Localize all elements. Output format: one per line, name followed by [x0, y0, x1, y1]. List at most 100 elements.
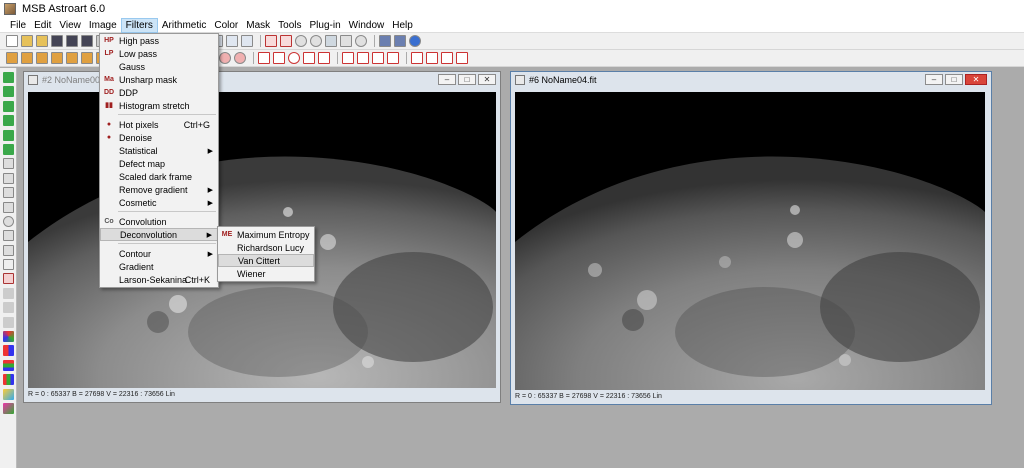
- target-icon[interactable]: [355, 35, 367, 47]
- maximize-button[interactable]: □: [945, 74, 963, 85]
- menu-item-high-pass[interactable]: HP High pass: [100, 34, 218, 47]
- mask-a-icon[interactable]: [219, 52, 231, 64]
- tool-d-icon[interactable]: [51, 52, 63, 64]
- maximize-button[interactable]: □: [458, 74, 476, 85]
- menu-item-ddp[interactable]: DD DDP: [100, 86, 218, 99]
- help-icon[interactable]: [409, 35, 421, 47]
- blank-tool-2-icon[interactable]: [2, 302, 14, 314]
- histogram-icon[interactable]: [2, 230, 14, 242]
- pointer-icon[interactable]: [2, 158, 14, 170]
- zoom-in-icon[interactable]: [295, 35, 307, 47]
- menu-item-gauss[interactable]: Gauss: [100, 60, 218, 73]
- color-palette-icon[interactable]: [2, 388, 14, 400]
- shape-k-icon[interactable]: [426, 52, 438, 64]
- green-step-1-icon[interactable]: [2, 72, 14, 83]
- menu-item-convolution[interactable]: Co Convolution: [100, 215, 218, 228]
- menu-item-denoise[interactable]: ● Denoise: [100, 131, 218, 144]
- close-button[interactable]: ✕: [965, 74, 987, 85]
- shape-b-icon[interactable]: [273, 52, 285, 64]
- menu-color[interactable]: Color: [210, 18, 242, 33]
- tool-a-icon[interactable]: [6, 52, 18, 64]
- menu-view[interactable]: View: [55, 18, 85, 33]
- curve-icon[interactable]: [2, 244, 14, 256]
- image-list-icon[interactable]: [226, 35, 238, 47]
- profile-icon[interactable]: [2, 201, 14, 213]
- mask-b-icon[interactable]: [234, 52, 246, 64]
- menu-window[interactable]: Window: [345, 18, 389, 33]
- menu-item-maximum-entropy[interactable]: ME Maximum Entropy: [218, 228, 314, 241]
- chart-icon[interactable]: [2, 187, 14, 199]
- menu-item-van-cittert[interactable]: Van Cittert: [218, 254, 314, 267]
- color-triad-icon[interactable]: [2, 331, 14, 343]
- menu-mask[interactable]: Mask: [242, 18, 274, 33]
- camera-icon[interactable]: [394, 35, 406, 47]
- green-step-2-icon[interactable]: [2, 86, 14, 98]
- shape-g-icon[interactable]: [357, 52, 369, 64]
- save-all-icon[interactable]: [81, 35, 93, 47]
- menu-item-contour[interactable]: Contour ▶: [100, 247, 218, 260]
- blank-tool-3-icon[interactable]: [2, 316, 14, 328]
- menu-item-remove-gradient[interactable]: Remove gradient ▶: [100, 183, 218, 196]
- shape-i-icon[interactable]: [387, 52, 399, 64]
- color-mix-icon[interactable]: [2, 402, 14, 414]
- shape-h-icon[interactable]: [372, 52, 384, 64]
- shape-l-icon[interactable]: [441, 52, 453, 64]
- menu-item-cosmetic[interactable]: Cosmetic ▶: [100, 196, 218, 209]
- save-as-icon[interactable]: [66, 35, 78, 47]
- save-icon[interactable]: [51, 35, 63, 47]
- menu-arithmetic[interactable]: Arithmetic: [158, 18, 210, 33]
- shape-f-icon[interactable]: [342, 52, 354, 64]
- menu-image[interactable]: Image: [85, 18, 121, 33]
- menu-edit[interactable]: Edit: [30, 18, 55, 33]
- menu-item-gradient[interactable]: Gradient: [100, 260, 218, 273]
- green-step-5-icon[interactable]: [2, 129, 14, 141]
- tool-f-icon[interactable]: [81, 52, 93, 64]
- shape-a-icon[interactable]: [258, 52, 270, 64]
- open-folder-icon[interactable]: [21, 35, 33, 47]
- new-file-icon[interactable]: [6, 35, 18, 47]
- menu-filters[interactable]: Filters: [120, 17, 158, 33]
- menu-file[interactable]: File: [6, 18, 30, 33]
- image-window-2[interactable]: #6 NoName04.fit – □ ✕ R = 0: 65337 B = …: [510, 71, 992, 405]
- menu-tools[interactable]: Tools: [274, 18, 305, 33]
- shape-j-icon[interactable]: [411, 52, 423, 64]
- menu-plug-in[interactable]: Plug-in: [306, 18, 345, 33]
- color-bars-icon[interactable]: [2, 359, 14, 371]
- menu-item-larson-sekanina[interactable]: Larson-Sekanina Ctrl+K: [100, 273, 218, 286]
- tool-c-icon[interactable]: [36, 52, 48, 64]
- green-step-4-icon[interactable]: [2, 115, 14, 127]
- minimize-button[interactable]: –: [925, 74, 943, 85]
- menu-item-histogram-stretch[interactable]: ▮▮ Histogram stretch: [100, 99, 218, 112]
- menu-item-wiener[interactable]: Wiener: [218, 267, 314, 280]
- menu-help[interactable]: Help: [388, 18, 417, 33]
- text-abc-icon[interactable]: [2, 259, 14, 271]
- menu-item-deconvolution[interactable]: Deconvolution ▶: [100, 228, 218, 241]
- green-step-6-icon[interactable]: [2, 143, 14, 155]
- menu-item-low-pass[interactable]: LP Low pass: [100, 47, 218, 60]
- zoom-out-icon[interactable]: [310, 35, 322, 47]
- pencil-icon[interactable]: [2, 172, 14, 184]
- shape-c-icon[interactable]: [288, 52, 300, 64]
- menu-item-richardson-lucy[interactable]: Richardson Lucy: [218, 241, 314, 254]
- moon-image-2[interactable]: [515, 92, 985, 390]
- close-button[interactable]: ✕: [478, 74, 496, 85]
- magnifier-icon[interactable]: [2, 215, 14, 227]
- telescope-icon[interactable]: [379, 35, 391, 47]
- color-grid-icon[interactable]: [2, 345, 14, 357]
- shape-d-icon[interactable]: [303, 52, 315, 64]
- window-title-bar[interactable]: #2 NoName00.fit – □ ✕: [24, 72, 500, 88]
- blank-tool-icon[interactable]: [2, 287, 14, 299]
- menu-item-hot-pixels[interactable]: ● Hot pixels Ctrl+G: [100, 118, 218, 131]
- resize-icon[interactable]: [280, 35, 292, 47]
- display-icon[interactable]: [325, 35, 337, 47]
- grid-icon[interactable]: [340, 35, 352, 47]
- green-step-3-icon[interactable]: [2, 100, 14, 112]
- image-text-icon[interactable]: [241, 35, 253, 47]
- menu-item-scaled-dark-frame[interactable]: Scaled dark frame: [100, 170, 218, 183]
- menu-item-defect-map[interactable]: Defect map: [100, 157, 218, 170]
- menu-item-unsharp-mask[interactable]: Ma Unsharp mask: [100, 73, 218, 86]
- open-recent-icon[interactable]: [36, 35, 48, 47]
- tool-e-icon[interactable]: [66, 52, 78, 64]
- color-channels-icon[interactable]: [2, 374, 14, 386]
- tool-b-icon[interactable]: [21, 52, 33, 64]
